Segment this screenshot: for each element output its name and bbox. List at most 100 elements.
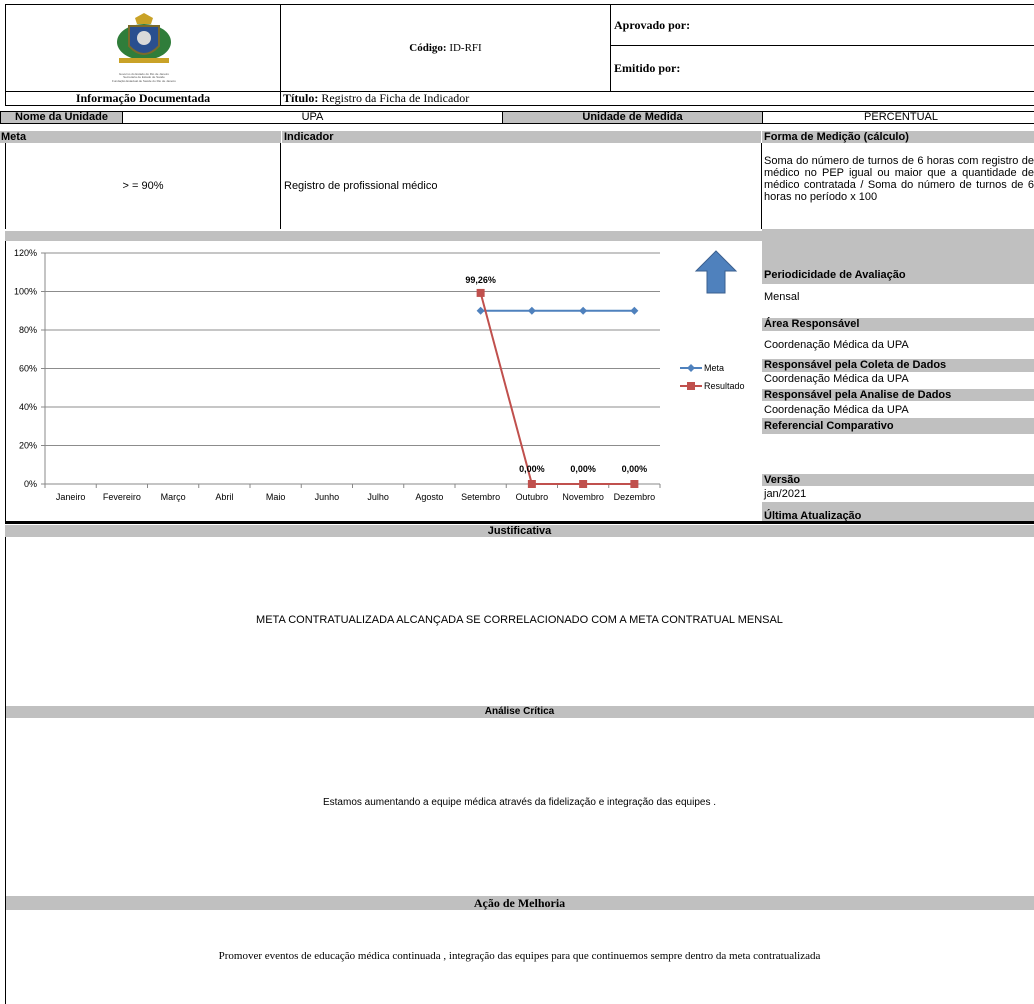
nome-unidade-value-cell: UPA bbox=[122, 111, 503, 124]
versao-value: jan/2021 bbox=[764, 488, 807, 500]
versao-label: Versão bbox=[764, 474, 801, 486]
coleta-value: Coordenação Médica da UPA bbox=[764, 373, 909, 385]
codigo-label: Código: bbox=[409, 42, 447, 54]
area-value-cell: Coordenação Médica da UPA bbox=[763, 339, 1033, 352]
meta-point bbox=[476, 306, 485, 315]
up-arrow-icon bbox=[694, 250, 738, 294]
data-label: 99,26% bbox=[465, 275, 496, 285]
analise-value-cell: Coordenação Médica da UPA bbox=[763, 404, 1033, 417]
coleta-label-cell: Responsável pela Coleta de Dados bbox=[762, 359, 1034, 372]
justificativa-text: META CONTRATUALIZADA ALCANÇADA SE CORREL… bbox=[256, 614, 783, 626]
outer-left-border bbox=[5, 537, 6, 1004]
y-tick-label: 20% bbox=[19, 441, 37, 451]
coleta-value-cell: Coordenação Médica da UPA bbox=[763, 373, 1033, 386]
x-tick-label: Agosto bbox=[415, 492, 443, 502]
unidade-medida-label-cell: Unidade de Medida bbox=[502, 111, 763, 124]
versao-value-cell: jan/2021 bbox=[763, 488, 1033, 501]
codigo-cell: Código: ID-RFI bbox=[280, 4, 611, 92]
x-tick-label: Janeiro bbox=[56, 492, 86, 502]
x-tick-label: Julho bbox=[367, 492, 389, 502]
area-value: Coordenação Médica da UPA bbox=[764, 339, 909, 351]
titulo-cell: Título: Registro da Ficha de Indicador bbox=[280, 91, 1034, 106]
x-tick-label: Junho bbox=[315, 492, 340, 502]
acao-label: Ação de Melhoria bbox=[473, 896, 566, 910]
forma-label: Forma de Medição (cálculo) bbox=[764, 131, 909, 143]
codigo-value: ID-RFI bbox=[449, 42, 482, 54]
legend-label: Meta bbox=[704, 363, 724, 373]
x-tick-label: Setembro bbox=[461, 492, 500, 502]
resultado-point bbox=[630, 480, 639, 488]
coat-of-arms-icon bbox=[111, 12, 177, 70]
meta-point bbox=[527, 306, 536, 315]
resultado-point bbox=[579, 480, 588, 488]
emitido-label: Emitido por: bbox=[614, 61, 681, 75]
periodicidade-value: Mensal bbox=[764, 291, 800, 303]
titulo-value: Registro da Ficha de Indicador bbox=[321, 91, 470, 105]
resultado-point bbox=[527, 480, 536, 488]
x-tick-label: Março bbox=[161, 492, 186, 502]
acao-text: Promover eventos de educação médica cont… bbox=[218, 950, 821, 962]
indicator-chart: 0% 20% 40% 60% 80% 100% 120% Janeiro Fevereiro Ma… bbox=[14, 248, 745, 502]
y-tick-label: 80% bbox=[19, 325, 37, 335]
x-tick-label: Fevereiro bbox=[103, 492, 141, 502]
periodicidade-label-cell: Periodicidade de Avaliação bbox=[762, 268, 1034, 282]
chart-top-bar bbox=[5, 231, 762, 241]
resultado-point bbox=[476, 288, 485, 297]
y-tick-label: 40% bbox=[19, 402, 37, 412]
section-divider bbox=[5, 521, 1034, 524]
forma-value: Soma do número de turnos de 6 horas com … bbox=[764, 155, 1034, 203]
justificativa-label: Justificativa bbox=[487, 525, 552, 537]
chart-area: 0% 20% 40% 60% 80% 100% 120% Janeiro Fevereiro Ma… bbox=[5, 241, 762, 521]
referencial-label-cell: Referencial Comparativo bbox=[762, 418, 1034, 434]
meta-value-cell: > = 90% bbox=[5, 143, 281, 229]
info-doc-cell: Informação Documentada bbox=[5, 91, 281, 106]
analise-critica-label-cell: Análise Crítica bbox=[5, 706, 1034, 718]
indicador-label-cell: Indicador bbox=[282, 131, 761, 143]
referencial-label: Referencial Comparativo bbox=[764, 420, 894, 432]
x-tick-label: Maio bbox=[266, 492, 286, 502]
versao-label-cell: Versão bbox=[762, 474, 1034, 486]
legend-label: Resultado bbox=[704, 381, 745, 391]
header-logo-cell: Governo do Estado do Rio de Janeiro Secr… bbox=[5, 4, 281, 92]
data-label: 0,00% bbox=[570, 464, 596, 474]
nome-unidade-value: UPA bbox=[301, 111, 324, 123]
y-tick-label: 0% bbox=[24, 479, 37, 489]
meta-point bbox=[579, 306, 588, 315]
justificativa-text-cell: META CONTRATUALIZADA ALCANÇADA SE CORREL… bbox=[5, 614, 1034, 628]
indicador-label: Indicador bbox=[284, 131, 334, 143]
aprovado-cell: Aprovado por: bbox=[610, 4, 1034, 46]
nome-unidade-label: Nome da Unidade bbox=[15, 111, 108, 123]
periodicidade-value-cell: Mensal bbox=[763, 291, 1033, 305]
y-tick-label: 100% bbox=[14, 287, 37, 297]
titulo-label: Título: bbox=[283, 91, 319, 105]
justificativa-label-cell: Justificativa bbox=[5, 525, 1034, 537]
x-tick-label: Abril bbox=[215, 492, 233, 502]
unidade-medida-label: Unidade de Medida bbox=[582, 111, 683, 123]
series-line-resultado bbox=[479, 292, 635, 485]
legend-marker bbox=[687, 364, 695, 372]
meta-value: > = 90% bbox=[122, 180, 164, 192]
analise-critica-label: Análise Crítica bbox=[484, 706, 555, 717]
nome-unidade-label-cell: Nome da Unidade bbox=[0, 111, 123, 124]
ultima-label-cell: Última Atualização bbox=[762, 502, 1034, 522]
indicador-value-cell: Registro de profissional médico bbox=[281, 143, 762, 229]
analise-critica-text-cell: Estamos aumentando a equipe médica atrav… bbox=[5, 797, 1034, 811]
meta-label: Meta bbox=[1, 131, 27, 143]
analise-label: Responsável pela Analise de Dados bbox=[764, 389, 952, 401]
x-tick-label: Dezembro bbox=[614, 492, 656, 502]
logo-caption-3: Fundação Estadual de Saúde do Rio de Jan… bbox=[112, 78, 176, 83]
aprovado-label: Aprovado por: bbox=[614, 17, 691, 32]
unidade-medida-value: PERCENTUAL bbox=[864, 111, 938, 123]
data-label: 0,00% bbox=[622, 464, 648, 474]
x-tick-label: Outubro bbox=[516, 492, 549, 502]
acao-text-cell: Promover eventos de educação médica cont… bbox=[5, 950, 1034, 964]
meta-label-cell: Meta bbox=[0, 131, 281, 143]
periodicidade-label: Periodicidade de Avaliação bbox=[764, 269, 906, 281]
legend-marker bbox=[687, 382, 695, 390]
forma-value-cell: Soma do número de turnos de 6 horas com … bbox=[763, 155, 1034, 225]
data-label: 0,00% bbox=[519, 464, 545, 474]
analise-label-cell: Responsável pela Analise de Dados bbox=[762, 389, 1034, 401]
analise-critica-text: Estamos aumentando a equipe médica atrav… bbox=[322, 797, 717, 808]
acao-label-cell: Ação de Melhoria bbox=[5, 896, 1034, 910]
coleta-label: Responsável pela Coleta de Dados bbox=[764, 359, 947, 371]
